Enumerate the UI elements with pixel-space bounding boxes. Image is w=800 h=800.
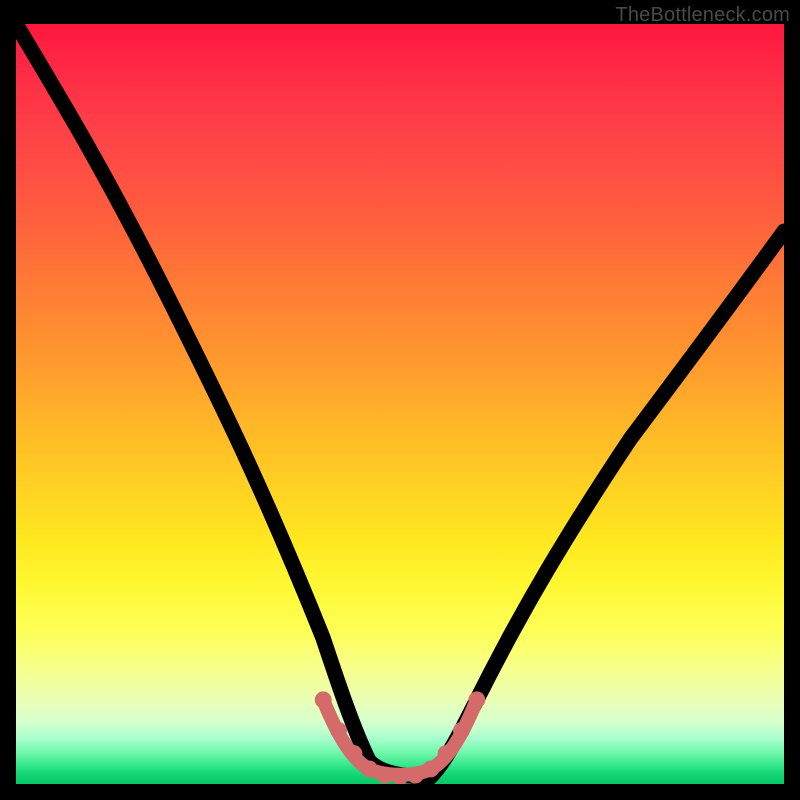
bottleneck-curve bbox=[16, 24, 784, 777]
watermark-text: TheBottleneck.com bbox=[615, 4, 790, 27]
chart-stage: TheBottleneck.com bbox=[0, 0, 800, 800]
curve-layer bbox=[16, 24, 784, 784]
chart-panel bbox=[16, 24, 784, 784]
